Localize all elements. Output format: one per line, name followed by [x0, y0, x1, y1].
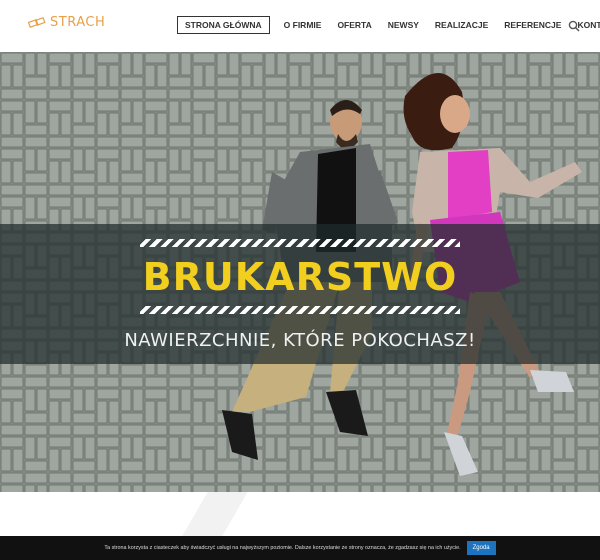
nav-item-news[interactable]: NEWSY: [380, 16, 427, 34]
nav-item-about[interactable]: O FIRMIE: [276, 16, 330, 34]
cookie-text: Ta strona korzysta z ciasteczek aby świa…: [104, 545, 461, 551]
logo-mark-icon: [28, 16, 46, 28]
nav-item-references[interactable]: REFERENCJE: [496, 16, 569, 34]
nav-item-offer[interactable]: OFERTA: [329, 16, 379, 34]
logo[interactable]: STRACH: [28, 15, 105, 30]
hero-stripe-top: [140, 239, 460, 247]
hero-banner: BRUKARSTWO NAWIERZCHNIE, KTÓRE POKOCHASZ…: [0, 52, 600, 492]
cookie-accept-button[interactable]: Zgoda: [466, 541, 496, 555]
hero-subtitle: NAWIERZCHNIE, KTÓRE POKOCHASZ!: [124, 330, 476, 351]
decorative-shape: [182, 492, 248, 536]
search-icon[interactable]: [568, 20, 580, 32]
hero-stripe-bottom: [140, 306, 460, 314]
logo-text: STRACH: [50, 15, 106, 30]
content-section: [0, 492, 600, 536]
cookie-bar: Ta strona korzysta z ciasteczek aby świa…: [0, 536, 600, 560]
site-header: STRACH STRONA GŁÓWNA O FIRMIE OFERTA NEW…: [0, 0, 600, 52]
main-nav: STRONA GŁÓWNA O FIRMIE OFERTA NEWSY REAL…: [177, 16, 600, 34]
hero-title: BRUKARSTWO: [142, 255, 458, 299]
nav-item-home[interactable]: STRONA GŁÓWNA: [177, 16, 270, 34]
nav-item-projects[interactable]: REALIZACJE: [427, 16, 496, 34]
